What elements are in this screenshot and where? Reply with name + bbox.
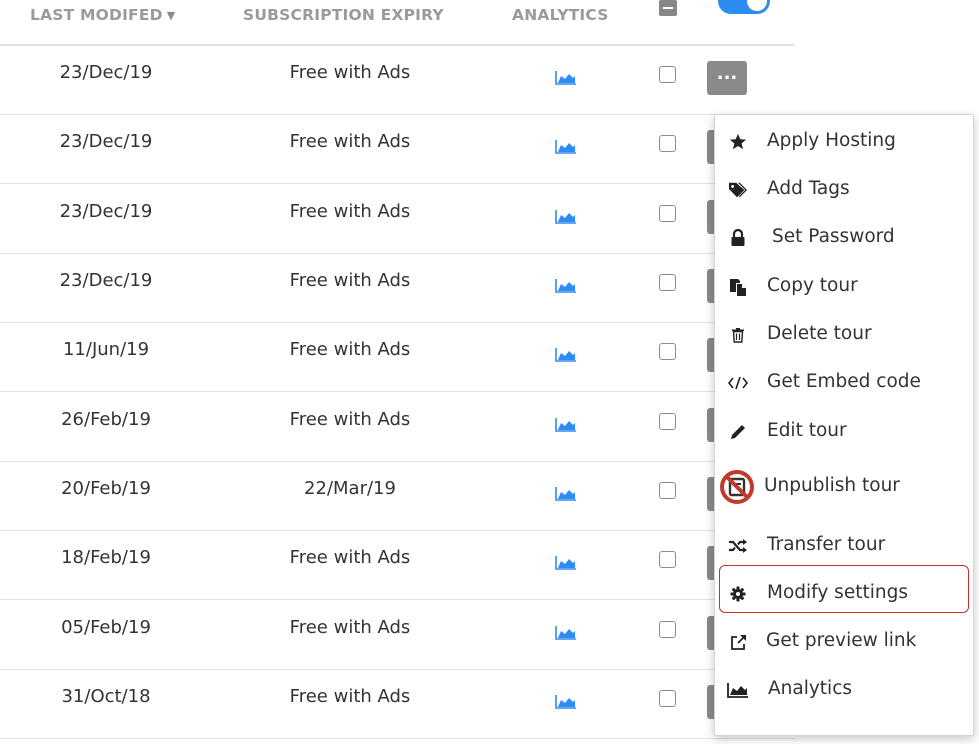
area-chart-icon[interactable] bbox=[555, 139, 577, 154]
menu-item-add-tags[interactable]: Add Tags bbox=[715, 167, 973, 213]
copy-icon bbox=[727, 276, 749, 298]
area-chart-icon[interactable] bbox=[555, 486, 577, 501]
last-modified-cell: 05/Feb/19 bbox=[61, 617, 151, 638]
subscription-expiry-cell: Free with Ads bbox=[289, 62, 411, 83]
tags-icon bbox=[727, 179, 749, 201]
area-chart-icon[interactable] bbox=[555, 278, 577, 293]
column-header-subscription-expiry: SUBSCRIPTION EXPIRY bbox=[243, 6, 444, 24]
tour-actions-menu: Apply Hosting Add Tags Set Password Copy… bbox=[714, 114, 974, 736]
menu-item-apply-hosting[interactable]: Apply Hosting bbox=[715, 119, 973, 165]
area-chart-icon[interactable] bbox=[555, 694, 577, 709]
table-row: 23/Dec/19 Free with Ads... bbox=[0, 45, 795, 115]
last-modified-cell: 11/Jun/19 bbox=[62, 339, 150, 360]
table-row: 23/Dec/19 Free with Ads bbox=[0, 184, 795, 254]
menu-item-transfer-tour[interactable]: Transfer tour bbox=[715, 523, 973, 569]
last-modified-cell: 23/Dec/19 bbox=[59, 270, 153, 291]
area-chart-icon[interactable] bbox=[555, 209, 577, 224]
subscription-expiry-cell: Free with Ads bbox=[289, 617, 411, 638]
table-row: 20/Feb/19 22/Mar/19 bbox=[0, 461, 795, 531]
lock-icon bbox=[727, 227, 749, 249]
row-checkbox[interactable] bbox=[659, 343, 676, 360]
column-header-analytics: ANALYTICS bbox=[512, 6, 609, 24]
menu-item-edit-tour[interactable]: Edit tour bbox=[715, 409, 973, 455]
trash-icon bbox=[727, 324, 749, 346]
table-row: 31/Oct/18 Free with Ads bbox=[0, 669, 795, 739]
select-all-checkbox[interactable] bbox=[659, 0, 677, 16]
last-modified-cell: 18/Feb/19 bbox=[61, 547, 151, 568]
toggle-knob bbox=[747, 0, 767, 11]
last-modified-cell: 31/Oct/18 bbox=[61, 686, 151, 707]
menu-item-get-embed-code[interactable]: Get Embed code bbox=[715, 360, 973, 406]
more-actions-button[interactable]: ... bbox=[707, 61, 747, 95]
area-chart-icon[interactable] bbox=[555, 347, 577, 362]
row-checkbox[interactable] bbox=[659, 413, 676, 430]
pencil-icon bbox=[727, 421, 749, 443]
subscription-expiry-cell: Free with Ads bbox=[289, 686, 411, 707]
menu-item-get-preview-link[interactable]: Get preview link bbox=[715, 619, 973, 665]
subscription-expiry-cell: 22/Mar/19 bbox=[304, 478, 396, 499]
row-checkbox[interactable] bbox=[659, 690, 676, 707]
subscription-expiry-cell: Free with Ads bbox=[289, 270, 411, 291]
table-row: 23/Dec/19 Free with Ads bbox=[0, 253, 795, 323]
last-modified-cell: 23/Dec/19 bbox=[59, 131, 153, 152]
menu-item-delete-tour[interactable]: Delete tour bbox=[715, 312, 973, 358]
last-modified-cell: 23/Dec/19 bbox=[59, 62, 153, 83]
last-modified-cell: 23/Dec/19 bbox=[59, 201, 153, 222]
table-row: 26/Feb/19 Free with Ads bbox=[0, 392, 795, 462]
subscription-expiry-cell: Free with Ads bbox=[289, 339, 411, 360]
subscription-expiry-cell: Free with Ads bbox=[289, 547, 411, 568]
table-row: 23/Dec/19 Free with Ads bbox=[0, 114, 795, 184]
menu-item-copy-tour[interactable]: Copy tour bbox=[715, 264, 973, 310]
code-icon bbox=[727, 372, 749, 394]
view-toggle[interactable] bbox=[718, 0, 770, 14]
unpublish-icon bbox=[719, 469, 755, 505]
row-checkbox[interactable] bbox=[659, 135, 676, 152]
menu-item-set-password[interactable]: Set Password bbox=[715, 215, 973, 261]
row-checkbox[interactable] bbox=[659, 274, 676, 291]
row-checkbox[interactable] bbox=[659, 482, 676, 499]
table-row: 18/Feb/19 Free with Ads bbox=[0, 530, 795, 600]
area-chart-icon bbox=[727, 679, 749, 701]
table-row: 05/Feb/19 Free with Ads bbox=[0, 600, 795, 670]
column-header-last-modified[interactable]: LAST MODIFED ▼ bbox=[30, 6, 175, 24]
area-chart-icon[interactable] bbox=[555, 625, 577, 640]
star-icon bbox=[727, 131, 749, 153]
sort-desc-icon: ▼ bbox=[166, 9, 176, 22]
area-chart-icon[interactable] bbox=[555, 555, 577, 570]
subscription-expiry-cell: Free with Ads bbox=[289, 409, 411, 430]
row-checkbox[interactable] bbox=[659, 205, 676, 222]
row-checkbox[interactable] bbox=[659, 66, 676, 83]
area-chart-icon[interactable] bbox=[555, 417, 577, 432]
menu-item-analytics[interactable]: Analytics bbox=[715, 667, 973, 713]
external-link-icon bbox=[727, 631, 749, 653]
menu-item-unpublish-tour[interactable]: Unpublish tour bbox=[715, 463, 973, 509]
row-checkbox[interactable] bbox=[659, 621, 676, 638]
shuffle-icon bbox=[727, 535, 749, 557]
last-modified-cell: 26/Feb/19 bbox=[61, 409, 151, 430]
gear-icon bbox=[727, 583, 749, 605]
menu-item-modify-settings[interactable]: Modify settings bbox=[715, 565, 973, 617]
last-modified-cell: 20/Feb/19 bbox=[61, 478, 151, 499]
table-header: LAST MODIFED ▼ SUBSCRIPTION EXPIRY ANALYT… bbox=[0, 0, 795, 46]
subscription-expiry-cell: Free with Ads bbox=[289, 131, 411, 152]
table-row: 11/Jun/19 Free with Ads bbox=[0, 322, 795, 392]
row-checkbox[interactable] bbox=[659, 551, 676, 568]
area-chart-icon[interactable] bbox=[555, 70, 577, 85]
subscription-expiry-cell: Free with Ads bbox=[289, 201, 411, 222]
